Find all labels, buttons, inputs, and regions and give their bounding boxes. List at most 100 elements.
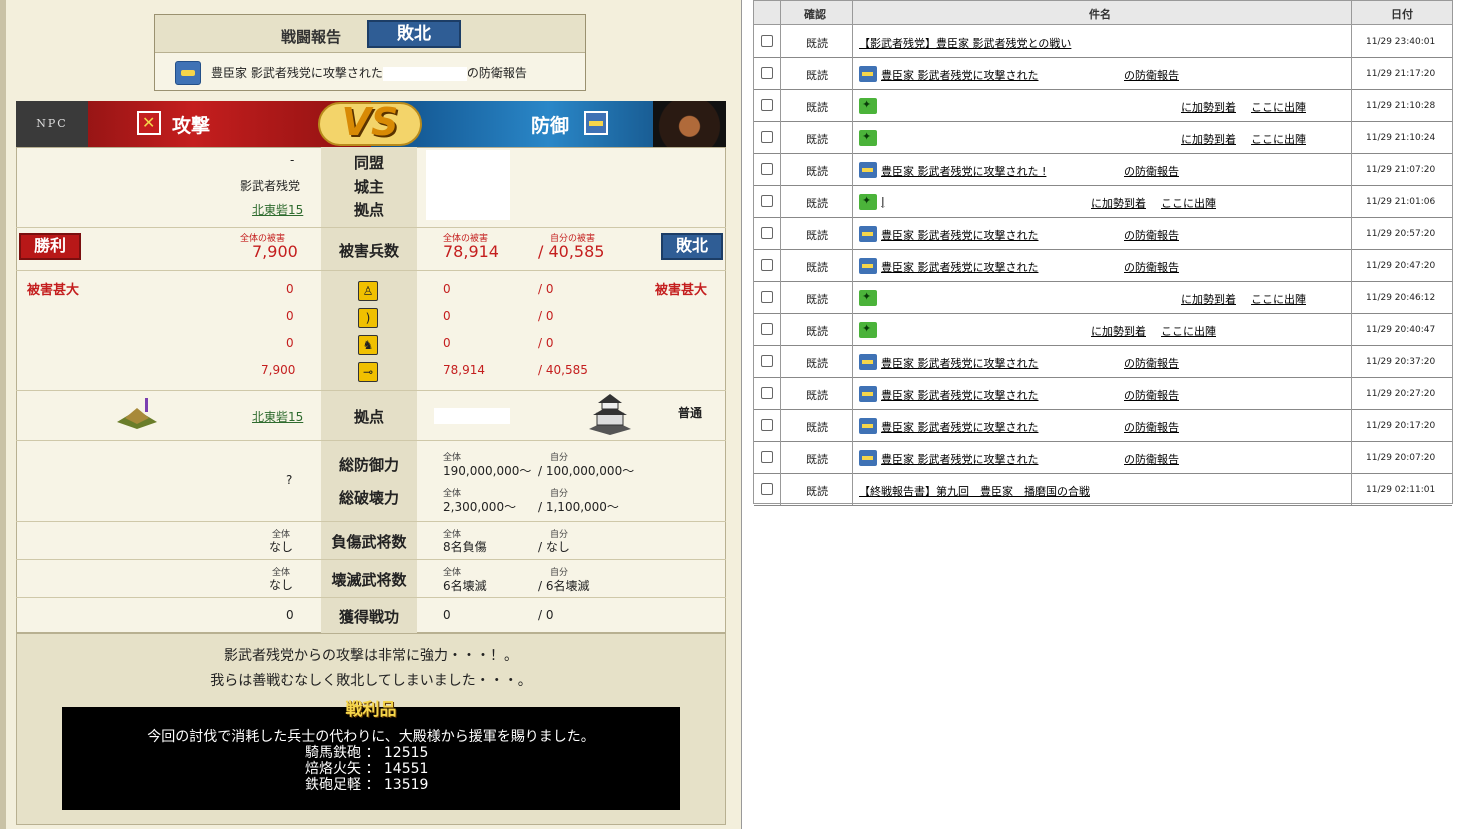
fort-icon <box>117 398 157 429</box>
reinforce-arrival-link[interactable]: に加勢到着 <box>1181 131 1236 147</box>
row-checkbox[interactable] <box>761 355 773 367</box>
message-row[interactable]: 既読 【影武者残党】豊臣家 影武者残党との戦い 11/29 23:40:01 <box>754 26 1452 58</box>
defense-report-icon <box>859 450 877 466</box>
message-subject-link[interactable]: | <box>881 195 885 208</box>
row-checkbox[interactable] <box>761 451 773 463</box>
report-subject-prefix: 豊臣家 影武者残党に攻撃された <box>211 66 383 80</box>
def-destroyed-total: 6名壊滅 <box>443 579 487 593</box>
message-subject-suffix[interactable]: の防衛報告 <box>1124 163 1179 179</box>
message-subject-link[interactable]: 豊臣家 影武者残党に攻撃された <box>881 227 1039 243</box>
message-subject-link[interactable]: 豊臣家 影武者残党に攻撃された <box>881 387 1039 403</box>
atk-lord: 影武者残党 <box>240 179 301 193</box>
message-subject-link[interactable]: 豊臣家 影武者残党に攻撃された <box>881 419 1039 435</box>
message-date: 11/29 20:57:20 <box>1366 229 1436 239</box>
defeat-badge: 敗北 <box>661 233 723 260</box>
message-row[interactable]: 既読 に加勢到着ここに出陣 11/29 20:40:47 <box>754 314 1452 346</box>
message-subject-link[interactable]: 【影武者残党】豊臣家 影武者残党との戦い <box>859 35 1071 51</box>
message-date: 11/29 20:07:20 <box>1366 453 1436 463</box>
message-row[interactable]: 既読 | に加勢到着ここに出陣 11/29 21:01:06 <box>754 186 1452 218</box>
reinforcement-icon <box>859 290 877 306</box>
def-destroyed-self: / 6名壊滅 <box>538 579 590 593</box>
attack-icon <box>137 111 161 135</box>
message-subject-link[interactable]: 豊臣家 影武者残党に攻撃された <box>881 259 1039 275</box>
message-row[interactable]: 既読 豊臣家 影武者残党に攻撃された の防衛報告 11/29 21:17:20 <box>754 58 1452 90</box>
message-subject-suffix[interactable]: の防衛報告 <box>1124 451 1179 467</box>
message-row[interactable]: 既読 豊臣家 影武者残党に攻撃された ! の防衛報告 11/29 21:07:20 <box>754 154 1452 186</box>
reinforce-arrival-link[interactable]: に加勢到着 <box>1091 195 1146 211</box>
atk-power-value: ? <box>286 473 293 487</box>
message-subject-suffix[interactable]: の防衛報告 <box>1124 419 1179 435</box>
message-row[interactable]: 既読 豊臣家 影武者残党に攻撃された の防衛報告 11/29 20:47:20 <box>754 250 1452 282</box>
row-checkbox[interactable] <box>761 323 773 335</box>
message-row[interactable]: 既読 に加勢到着ここに出陣 11/29 21:10:28 <box>754 90 1452 122</box>
result-message-line1: 影武者残党からの攻撃は非常に強力・・・！。 <box>224 648 518 664</box>
message-subject-link[interactable]: 【終戦報告書】第九回 豊臣家 播磨国の合戦 <box>859 483 1090 499</box>
def-damage-status: 被害甚大 <box>655 283 708 298</box>
row-checkbox[interactable] <box>761 483 773 495</box>
sortie-link[interactable]: ここに出陣 <box>1251 99 1306 115</box>
atk-base-link[interactable]: 北東砦15 <box>252 201 303 218</box>
message-row[interactable]: 既読 豊臣家 影武者残党に攻撃された の防衛報告 11/29 20:37:20 <box>754 346 1452 378</box>
sortie-link[interactable]: ここに出陣 <box>1251 131 1306 147</box>
reinforcement-icon <box>859 98 877 114</box>
row-checkbox[interactable] <box>761 227 773 239</box>
def-self-loss: / 40,585 <box>538 242 605 261</box>
lord-label: 城主 <box>353 178 384 196</box>
row-checkbox[interactable] <box>761 99 773 111</box>
defense-report-icon <box>859 258 877 274</box>
message-row[interactable]: 既読 豊臣家 影武者残党に攻撃された の防衛報告 11/29 20:07:20 <box>754 442 1452 474</box>
report-title: 戦闘報告 <box>281 28 342 46</box>
message-row[interactable]: 既読 豊臣家 影武者残党に攻撃された の防衛報告 11/29 20:57:20 <box>754 218 1452 250</box>
read-status: 既読 <box>806 69 828 82</box>
row-checkbox[interactable] <box>761 35 773 47</box>
row-checkbox[interactable] <box>761 163 773 175</box>
row-checkbox[interactable] <box>761 419 773 431</box>
sortie-link[interactable]: ここに出陣 <box>1161 195 1216 211</box>
row-checkbox[interactable] <box>761 67 773 79</box>
message-row[interactable]: 既読 豊臣家 影武者残党に攻撃された の防衛報告 11/29 20:27:20 <box>754 378 1452 410</box>
divider <box>16 559 726 560</box>
message-subject-suffix[interactable]: の防衛報告 <box>1124 67 1179 83</box>
merit-label: 獲得戦功 <box>338 608 399 626</box>
atk-unit-loss: 0 <box>286 336 294 350</box>
message-subject-suffix[interactable]: の防衛報告 <box>1124 387 1179 403</box>
message-date: 11/29 21:17:20 <box>1366 69 1436 79</box>
message-row[interactable]: 既読 に加勢到着ここに出陣 11/29 20:46:12 <box>754 282 1452 314</box>
message-row[interactable]: 既読 豊臣家 影武者残党に攻撃された の防衛報告 11/29 20:17:20 <box>754 410 1452 442</box>
read-status: 既読 <box>806 261 828 274</box>
row-checkbox[interactable] <box>761 195 773 207</box>
vs-text: VS <box>341 100 399 144</box>
message-subject-suffix[interactable]: の防衛報告 <box>1124 355 1179 371</box>
sortie-link[interactable]: ここに出陣 <box>1251 291 1306 307</box>
row-checkbox[interactable] <box>761 259 773 271</box>
message-subject-link[interactable]: 豊臣家 影武者残党に攻撃された <box>881 451 1039 467</box>
atk-base-link[interactable]: 北東砦15 <box>252 408 303 425</box>
def-unit-loss: 0 <box>443 309 451 323</box>
read-status: 既読 <box>806 133 828 146</box>
sortie-link[interactable]: ここに出陣 <box>1161 323 1216 339</box>
def-power-self: / 100,000,000～ <box>538 464 635 478</box>
message-row[interactable]: 既読 【終戦報告書】第九回 豊臣家 播磨国の合戦 11/29 02:11:01 <box>754 474 1452 506</box>
total-destruction-label: 総破壊力 <box>338 489 399 507</box>
column-divider <box>780 1 781 505</box>
row-checkbox[interactable] <box>761 291 773 303</box>
message-subject-link[interactable]: 豊臣家 影武者残党に攻撃された <box>881 355 1039 371</box>
defense-report-icon <box>859 354 877 370</box>
read-status: 既読 <box>806 325 828 338</box>
message-row[interactable]: 既読 に加勢到着ここに出陣 11/29 21:10:24 <box>754 122 1452 154</box>
message-date: 11/29 23:40:01 <box>1366 37 1436 47</box>
message-subject-suffix[interactable]: の防衛報告 <box>1124 227 1179 243</box>
report-subject: 豊臣家 影武者残党に攻撃された の防衛報告 <box>211 64 527 81</box>
divider <box>16 440 726 441</box>
message-subject-link[interactable]: 豊臣家 影武者残党に攻撃された ! <box>881 163 1046 179</box>
message-subject-suffix[interactable]: の防衛報告 <box>1124 259 1179 275</box>
def-unit-loss: 0 <box>443 336 451 350</box>
reinforce-arrival-link[interactable]: に加勢到着 <box>1181 99 1236 115</box>
row-checkbox[interactable] <box>761 131 773 143</box>
message-subject-link[interactable]: 豊臣家 影武者残党に攻撃された <box>881 67 1039 83</box>
reinforce-arrival-link[interactable]: に加勢到着 <box>1181 291 1236 307</box>
reinforce-arrival-link[interactable]: に加勢到着 <box>1091 323 1146 339</box>
row-checkbox[interactable] <box>761 387 773 399</box>
defense-report-icon <box>175 61 201 85</box>
castle-image <box>585 391 635 435</box>
